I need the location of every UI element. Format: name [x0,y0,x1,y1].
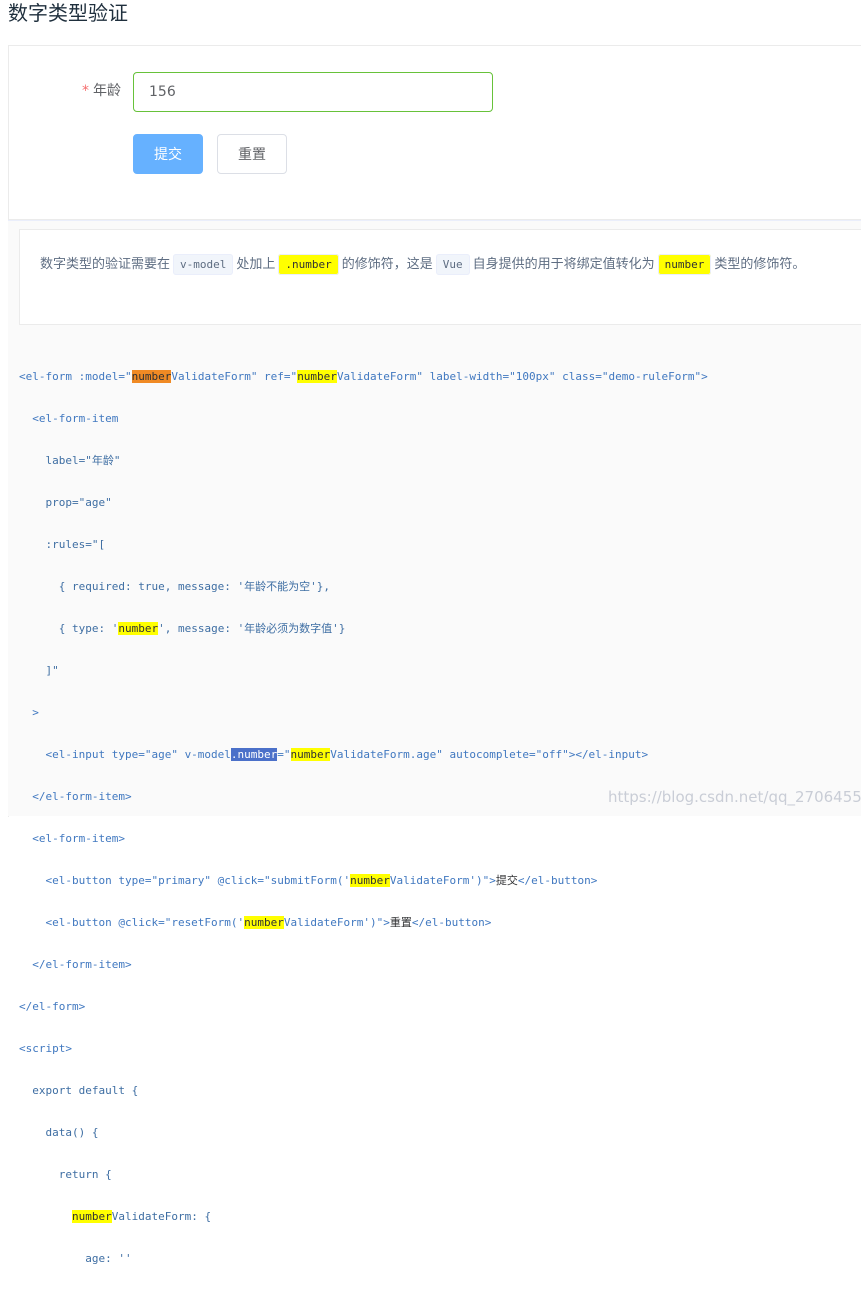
code-seg: </el-form-item> [19,958,132,971]
age-input[interactable] [133,72,493,112]
age-label: * 年龄 [82,81,121,101]
code-line: <el-button type="primary" @click="submit… [19,870,861,891]
code-line: label="年龄" [19,450,861,471]
code-seg: 提交 [495,874,518,887]
code-highlight-active: number [131,370,172,383]
code-block: <el-form :model="numberValidateForm" ref… [19,345,861,1290]
desc-text-3: 的修饰符，这是 [341,257,433,272]
description-box: 数字类型的验证需要在 v-model 处加上 .number 的修饰符，这是 Vue 自身提… [19,229,861,325]
code-line: <el-button @click="resetForm('numberVali… [19,912,861,933]
code-highlight: number [297,370,337,383]
desc-text-4: 自身提供的用于将绑定值转化为 [472,257,655,272]
code-seg: export default { [19,1084,139,1097]
code-seg: <script> [19,1042,72,1055]
code-seg: <el-form :model=" [19,370,132,383]
code-highlight: number [71,1210,112,1223]
code-seg: <el-form-item> [19,832,125,845]
code-line: <el-form-item [19,408,861,429]
code-line: </el-form-item> [19,954,861,975]
code-seg: ValidateForm')"> [389,874,496,887]
code-seg: <el-form-item [19,412,119,425]
code-seg: return { [19,1168,112,1181]
code-line: data() { [19,1122,861,1143]
code-seg: ValidateForm" ref=" [171,370,298,383]
code-seg: </el-form-item> [19,790,132,803]
code-seg: data() { [19,1126,99,1139]
code-line: prop="age" [19,492,861,513]
code-seg: <el-input type="age" v-model [19,748,231,761]
code-seg: prop="age" [19,496,112,509]
code-seg: ValidateForm')"> [283,916,390,929]
code-line: <el-input type="age" v-model.number="num… [19,744,861,765]
code-seg: ValidateForm" label-width="100px" class=… [336,370,708,383]
desc-text-1: 数字类型的验证需要在 [40,257,171,272]
code-highlight: number [350,874,390,887]
code-line: return { [19,1164,861,1185]
desc-code-vue: Vue [435,254,470,275]
desc-code-vmodel: v-model [173,254,234,275]
desc-text-2: 处加上 [236,257,276,272]
code-seg: 重置 [389,916,412,929]
code-seg: :rules="[ [19,538,106,551]
page-title: 数字类型验证 [8,1,128,25]
code-seg: > [19,706,39,719]
code-line: { required: true, message: '年龄不能为空'}, [19,576,861,597]
code-seg: </el-button> [411,916,492,929]
code-line: { type: 'number', message: '年龄必须为数字值'} [19,618,861,639]
code-line: <el-form-item> [19,828,861,849]
desc-code-number-modifier: .number [278,254,339,275]
code-line: :rules="[ [19,534,861,555]
code-line: <script> [19,1038,861,1059]
code-seg: =" [277,748,291,761]
code-line: </el-form> [19,996,861,1017]
desc-text-5: 类型的修饰符。 [714,257,806,272]
code-highlight: number [290,748,331,761]
code-line: export default { [19,1080,861,1101]
code-selection: .number [230,748,278,761]
code-line: <el-form :model="numberValidateForm" ref… [19,366,861,387]
code-seg: ValidateForm: { [111,1210,212,1223]
code-seg: { required: true, message: '年龄不能为空'}, [19,580,331,593]
code-seg: age: '' [19,1252,132,1265]
reset-button[interactable]: 重置 [217,134,287,174]
code-highlight: number [118,622,159,635]
code-highlight: number [244,916,284,929]
code-seg: label="年龄" [19,454,121,467]
desc-code-number: number [657,254,712,275]
code-seg: </el-button> [517,874,598,887]
watermark: https://blog.csdn.net/qq_27064559 [608,788,861,806]
required-star: * [82,83,89,99]
code-seg: ValidateForm.age" autocomplete="off"></e… [330,748,649,761]
code-seg [19,1210,72,1223]
submit-button[interactable]: 提交 [133,134,203,174]
code-line: ]" [19,660,861,681]
code-seg: { type: ' [19,622,119,635]
code-seg: ', message: '年龄必须为数字值'} [158,622,346,635]
code-line: numberValidateForm: { [19,1206,861,1227]
code-seg: <el-button @click="resetForm(' [19,916,245,929]
code-seg: <el-button type="primary" @click="submit… [19,874,351,887]
age-label-text: 年龄 [93,83,121,99]
code-seg: ]" [19,664,59,677]
code-line: age: '' [19,1248,861,1269]
code-seg: </el-form> [19,1000,86,1013]
code-line: > [19,702,861,723]
